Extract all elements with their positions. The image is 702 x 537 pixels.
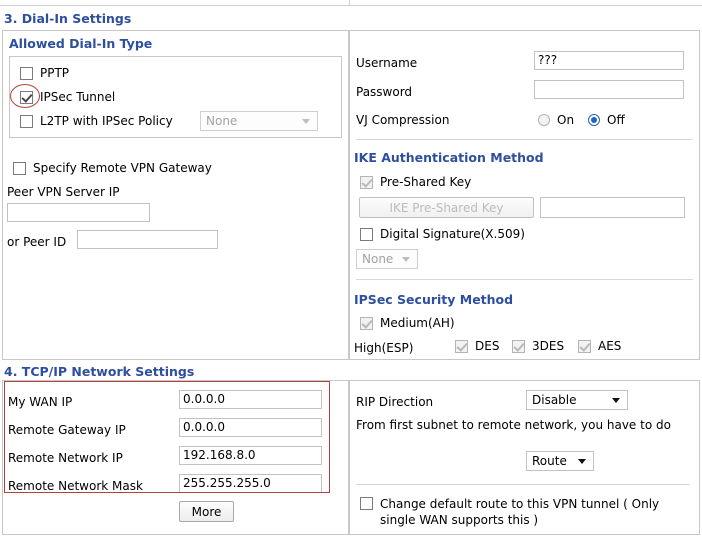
pptp-checkbox[interactable] — [20, 66, 33, 80]
des-label: DES — [475, 339, 500, 353]
l2tp-checkbox[interactable] — [20, 114, 33, 128]
digital-signature-cert-select[interactable]: None — [356, 249, 418, 269]
username-label: Username — [356, 56, 418, 70]
digital-signature-label: Digital Signature(X.509) — [380, 227, 525, 241]
change-default-route-checkbox[interactable] — [360, 497, 373, 510]
my-wan-ip-label: My WAN IP — [8, 395, 73, 409]
des-checkbox[interactable] — [455, 339, 468, 353]
ike-pre-shared-key-input[interactable] — [540, 197, 685, 218]
checkbox-row-pptp[interactable]: PPTP — [20, 66, 69, 80]
vj-compression-on-label: On — [557, 113, 575, 127]
rip-direction-value: Disable — [532, 393, 577, 407]
subnet-route-note: From first subnet to remote network, you… — [356, 418, 671, 432]
rip-direction-select[interactable]: Disable — [526, 390, 628, 410]
digital-signature-cert-value: None — [362, 252, 394, 266]
checkbox-row-medium-ah[interactable]: Medium(AH) — [360, 316, 455, 330]
peer-id-input[interactable] — [77, 230, 218, 249]
remote-network-mask-input[interactable]: 255.255.255.0 — [179, 474, 322, 493]
tcpip-left-panel: My WAN IP 0.0.0.0 Remote Gateway IP 0.0.… — [2, 380, 349, 535]
checkbox-row-3des[interactable]: 3DES — [512, 339, 564, 353]
medium-ah-label: Medium(AH) — [380, 316, 455, 330]
dial-in-left-panel: Allowed Dial-In Type PPTP IPSec Tunnel L… — [2, 30, 349, 360]
route-action-value: Route — [532, 454, 567, 468]
checkbox-row-pre-shared-key[interactable]: Pre-Shared Key — [360, 175, 471, 189]
ipsec-security-method-heading: IPSec Security Method — [354, 292, 514, 307]
vj-compression-off-label: Off — [607, 113, 625, 127]
chevron-down-icon — [612, 398, 620, 403]
section-4-heading: 4. TCP/IP Network Settings — [4, 364, 195, 379]
allowed-dial-in-type-box: PPTP IPSec Tunnel L2TP with IPSec Policy… — [9, 56, 342, 138]
ipsec-tunnel-label: IPSec Tunnel — [40, 90, 116, 104]
page-top-divider-left-cell — [0, 0, 350, 6]
peer-vpn-server-ip-input[interactable] — [7, 203, 150, 222]
ike-pre-shared-key-button[interactable]: IKE Pre-Shared Key — [359, 197, 534, 218]
checkbox-row-ipsec-tunnel[interactable]: IPSec Tunnel — [20, 90, 115, 104]
triple-des-checkbox[interactable] — [512, 339, 525, 353]
ipsec-tunnel-checkbox[interactable] — [20, 90, 33, 104]
chevron-down-icon — [302, 119, 310, 124]
dial-in-right-panel: Username ??? Password VJ Compression On … — [349, 30, 700, 360]
l2tp-label: L2TP with IPSec Policy — [40, 114, 173, 128]
password-input[interactable] — [534, 80, 684, 99]
peer-vpn-server-ip-label: Peer VPN Server IP — [7, 185, 120, 199]
ike-authentication-method-heading: IKE Authentication Method — [354, 150, 544, 165]
remote-gateway-ip-input[interactable]: 0.0.0.0 — [179, 418, 322, 437]
checkbox-row-l2tp[interactable]: L2TP with IPSec Policy — [20, 114, 173, 128]
radio-row-vj-on[interactable]: On — [538, 113, 574, 127]
my-wan-ip-input[interactable]: 0.0.0.0 — [179, 390, 322, 409]
divider-above-ipsec-security — [356, 279, 693, 280]
remote-network-ip-input[interactable]: 192.168.8.0 — [179, 446, 322, 465]
specify-remote-vpn-gateway-checkbox[interactable] — [13, 161, 26, 175]
high-esp-label: High(ESP) — [354, 341, 414, 355]
pre-shared-key-checkbox[interactable] — [360, 175, 373, 189]
chevron-down-icon — [402, 257, 410, 262]
triple-des-label: 3DES — [532, 339, 565, 353]
checkbox-row-aes[interactable]: AES — [578, 339, 621, 353]
more-button[interactable]: More — [179, 501, 234, 522]
medium-ah-checkbox[interactable] — [360, 316, 373, 330]
pre-shared-key-label: Pre-Shared Key — [380, 175, 472, 189]
or-peer-id-label: or Peer ID — [7, 235, 67, 249]
vj-compression-label: VJ Compression — [356, 113, 450, 127]
digital-signature-checkbox[interactable] — [360, 227, 373, 241]
checkbox-row-des[interactable]: DES — [455, 339, 499, 353]
l2tp-ipsec-policy-select[interactable]: None — [200, 111, 318, 131]
rip-direction-label: RIP Direction — [356, 395, 434, 409]
aes-checkbox[interactable] — [578, 339, 591, 353]
vpn-profile-settings-page: 3. Dial-In Settings Allowed Dial-In Type… — [0, 0, 702, 537]
password-label: Password — [356, 85, 413, 99]
l2tp-ipsec-policy-value: None — [206, 114, 238, 128]
divider-above-change-route — [356, 484, 690, 485]
vj-compression-off-radio[interactable] — [588, 114, 600, 126]
pptp-label: PPTP — [40, 66, 70, 80]
divider-above-ike — [356, 139, 693, 140]
change-default-route-label: Change default route to this VPN tunnel … — [380, 497, 660, 527]
route-action-select[interactable]: Route — [526, 451, 594, 471]
remote-network-ip-label: Remote Network IP — [8, 451, 123, 465]
section-3-heading: 3. Dial-In Settings — [4, 11, 132, 26]
tcpip-right-panel: RIP Direction Disable From first subnet … — [349, 380, 700, 535]
allowed-dial-in-type-heading: Allowed Dial-In Type — [9, 36, 153, 51]
checkbox-row-change-default-route[interactable]: Change default route to this VPN tunnel … — [360, 496, 692, 528]
remote-gateway-ip-label: Remote Gateway IP — [8, 423, 126, 437]
checkbox-row-specify-remote-gateway[interactable]: Specify Remote VPN Gateway — [13, 161, 212, 175]
remote-network-mask-label: Remote Network Mask — [8, 479, 143, 493]
page-top-divider — [0, 0, 702, 6]
username-input[interactable]: ??? — [534, 51, 684, 70]
chevron-down-icon — [578, 459, 586, 464]
aes-label: AES — [598, 339, 622, 353]
vj-compression-on-radio[interactable] — [538, 114, 550, 126]
checkbox-row-digital-signature[interactable]: Digital Signature(X.509) — [360, 227, 525, 241]
specify-remote-vpn-gateway-label: Specify Remote VPN Gateway — [33, 161, 212, 175]
radio-row-vj-off[interactable]: Off — [588, 113, 625, 127]
